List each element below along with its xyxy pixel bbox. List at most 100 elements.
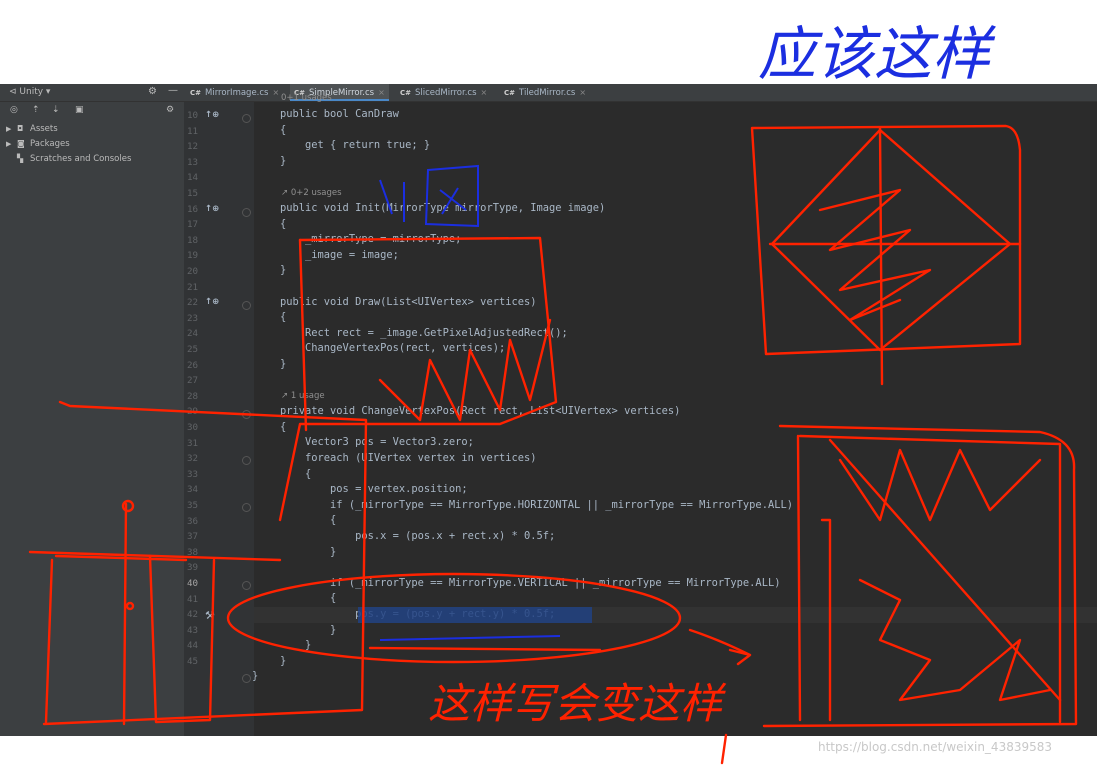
project-tree: ▶ ◘ Assets ▶ ◙ Packages ▚ Scratches and …: [0, 120, 184, 736]
tree-item-label: Scratches and Consoles: [30, 154, 132, 164]
implements-icon[interactable]: ↑⊕: [205, 110, 219, 120]
hammer-icon[interactable]: ⚒: [205, 609, 215, 622]
code-line: {: [280, 592, 337, 604]
code-line: }: [280, 264, 287, 276]
csharp-file-icon: C#: [190, 89, 202, 97]
csharp-file-icon: C#: [504, 89, 516, 97]
code-line: public void Draw(List<UIVertex> vertices…: [280, 296, 537, 308]
expand-arrow-icon[interactable]: ▶: [6, 122, 11, 136]
line-number: 25: [187, 344, 199, 355]
usage-hint[interactable]: ↗ 1 usage: [281, 391, 325, 401]
implements-icon[interactable]: ↑⊕: [205, 297, 219, 307]
locate-icon[interactable]: ◎: [10, 105, 18, 115]
line-number: 37: [187, 531, 199, 543]
line-number: 11: [187, 125, 199, 137]
project-title[interactable]: ⊲ Unity ▾: [9, 87, 50, 97]
tail: [720, 733, 728, 765]
usage-hint[interactable]: 0+1 usages: [281, 93, 332, 103]
text-selection: [358, 607, 592, 623]
line-number: 33: [187, 468, 199, 480]
code-line: {: [280, 421, 287, 433]
close-icon[interactable]: ×: [272, 88, 279, 97]
usage-hint[interactable]: ↗ 0+2 usages: [281, 188, 342, 198]
line-number: 35: [187, 500, 199, 511]
line-number: 26: [187, 359, 199, 371]
tab-slicedmirror[interactable]: C# SlicedMirror.cs ×: [400, 84, 487, 101]
toolbar-gear-icon[interactable]: ⚙: [166, 105, 174, 115]
project-panel-header: ⊲ Unity ▾ ⚙ —: [0, 84, 184, 102]
code-line: public bool CanDraw: [280, 108, 399, 120]
code-line: Vector3 pos = Vector3.zero;: [280, 436, 474, 448]
line-number: 14: [187, 172, 199, 184]
line-number: 21: [187, 281, 199, 293]
fold-marker-icon[interactable]: [242, 114, 251, 123]
line-number: 12: [187, 141, 199, 153]
fold-marker-icon[interactable]: [242, 674, 251, 683]
fold-marker-icon[interactable]: [242, 503, 251, 512]
code-line: }: [280, 655, 287, 667]
code-editor[interactable]: [254, 102, 1097, 736]
watermark: https://blog.csdn.net/weixin_43839583: [818, 740, 1053, 754]
code-line: if (_mirrorType == MirrorType.VERTICAL |…: [280, 577, 781, 589]
line-number: 45: [187, 656, 199, 667]
code-line: {: [280, 311, 287, 323]
line-number: 31: [187, 437, 199, 449]
line-number: 36: [187, 515, 199, 527]
code-line: foreach (UIVertex vertex in vertices): [280, 452, 537, 464]
hint-text: 0+2 usages: [290, 188, 342, 198]
line-number: 24: [187, 328, 199, 340]
tab-tiledmirror[interactable]: C# TiledMirror.cs ×: [504, 84, 586, 101]
code-line: {: [280, 124, 287, 136]
close-icon[interactable]: ×: [378, 88, 385, 97]
line-number: 28: [187, 390, 199, 402]
code-line: }: [280, 358, 287, 370]
code-line: _image = image;: [280, 249, 399, 261]
tree-item-label: Packages: [30, 139, 70, 149]
fold-marker-icon[interactable]: [242, 208, 251, 217]
line-number: 41: [187, 593, 199, 605]
line-number: 39: [187, 562, 199, 574]
tab-label: SlicedMirror.cs: [415, 88, 477, 98]
show-files-icon[interactable]: ▣: [75, 105, 84, 115]
csharp-file-icon: C#: [400, 89, 412, 97]
code-line: ChangeVertexPos(rect, vertices);: [280, 342, 506, 354]
tab-label: TiledMirror.cs: [519, 88, 576, 98]
line-number: 23: [187, 312, 199, 324]
collapse-all-icon[interactable]: ⇣: [52, 105, 60, 115]
close-icon[interactable]: ×: [481, 88, 488, 97]
code-line: _mirrorType = mirrorType;: [280, 233, 462, 245]
close-icon[interactable]: ×: [579, 88, 586, 97]
line-number: 27: [187, 375, 199, 387]
line-number: 18: [187, 234, 199, 246]
fold-marker-icon[interactable]: [242, 581, 251, 590]
line-number: 40: [187, 578, 199, 589]
fold-marker-icon[interactable]: [242, 410, 251, 419]
tab-label: MirrorImage.cs: [205, 88, 269, 98]
line-number: 30: [187, 422, 199, 433]
line-number: 19: [187, 250, 199, 262]
tab-mirrorimage[interactable]: C# MirrorImage.cs ×: [190, 84, 279, 101]
code-line: private void ChangeVertexPos(Rect rect, …: [280, 405, 681, 417]
code-line: {: [280, 468, 312, 480]
code-line: public void Init(MirrorType mirrorType, …: [280, 202, 606, 214]
settings-gear-icon[interactable]: ⚙: [148, 86, 157, 97]
line-number: 32: [187, 453, 199, 465]
code-line: }: [280, 546, 337, 558]
fold-marker-icon[interactable]: [242, 456, 251, 465]
expand-arrow-icon[interactable]: ▶: [6, 137, 11, 151]
code-line: Rect rect = _image.GetPixelAdjustedRect(…: [280, 327, 568, 339]
implements-icon[interactable]: ↑⊕: [205, 204, 219, 214]
expand-all-icon[interactable]: ⇡: [32, 105, 40, 115]
unity-icon: ⊲: [9, 87, 20, 97]
code-line: {: [280, 218, 287, 230]
minimize-icon[interactable]: —: [168, 85, 178, 96]
code-line: }: [252, 670, 259, 682]
project-toolbar: ◎ ⇡ ⇣ ▣ ⚙: [0, 102, 184, 120]
package-icon: ◙: [17, 139, 25, 148]
fold-marker-icon[interactable]: [242, 301, 251, 310]
line-number: 29: [187, 406, 199, 418]
folder-icon: ◘: [17, 124, 24, 133]
code-line: pos.x = (pos.x + rect.x) * 0.5f;: [280, 530, 556, 542]
code-line: }: [280, 155, 287, 167]
code-line: get { return true; }: [280, 139, 431, 151]
